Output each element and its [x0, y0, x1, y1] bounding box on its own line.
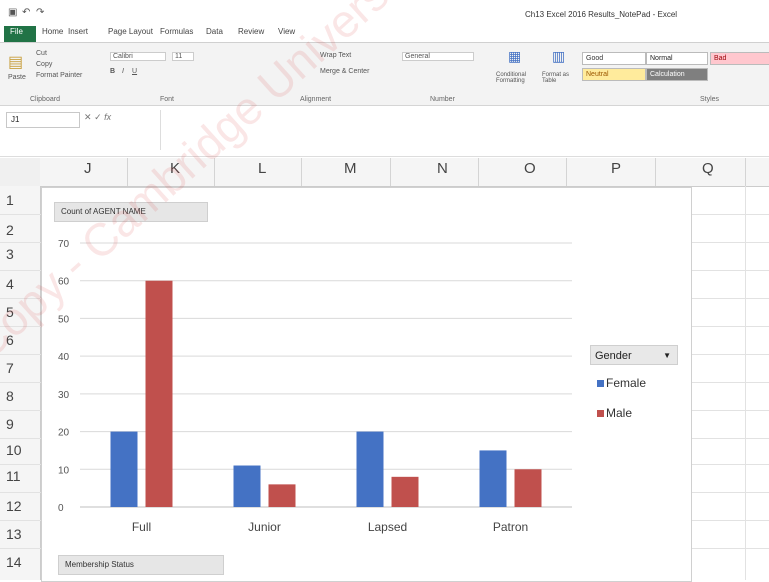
bar-female-patron[interactable]	[479, 450, 507, 507]
bar-female-lapsed[interactable]	[356, 431, 384, 507]
legend-label-male: Male	[606, 406, 633, 420]
y-tick-label: 60	[58, 277, 70, 288]
bar-female-junior[interactable]	[233, 465, 261, 507]
legend-filter-button[interactable]: Gender ▼	[590, 345, 678, 365]
bar-chart-plot: 0 10 20 30 40 50 60 70 Full Junior Lapsed Patron	[58, 239, 572, 534]
y-tick-label: 20	[58, 428, 70, 439]
y-tick-label: 50	[58, 314, 70, 325]
legend-item-male: Male	[597, 406, 632, 420]
chevron-down-icon[interactable]: ▼	[663, 346, 671, 366]
y-tick-label: 0	[58, 503, 64, 514]
legend-swatch-female	[597, 380, 604, 387]
bar-male-full[interactable]	[145, 280, 173, 507]
y-tick-label: 30	[58, 390, 70, 401]
x-tick-label: Lapsed	[368, 520, 407, 534]
y-tick-label: 70	[58, 239, 70, 250]
x-tick-label: Junior	[248, 520, 281, 534]
bar-male-junior[interactable]	[268, 484, 296, 507]
y-tick-label: 40	[58, 352, 70, 363]
y-tick-label: 10	[58, 465, 70, 476]
bar-female-full[interactable]	[110, 431, 138, 507]
x-tick-label: Patron	[493, 520, 528, 534]
bar-male-patron[interactable]	[514, 469, 542, 507]
legend-label-female: Female	[606, 376, 647, 390]
legend-item-female: Female	[597, 376, 646, 390]
x-tick-label: Full	[132, 520, 151, 534]
legend-swatch-male	[597, 410, 604, 417]
bar-male-lapsed[interactable]	[391, 476, 419, 507]
legend-title: Gender	[595, 350, 632, 362]
